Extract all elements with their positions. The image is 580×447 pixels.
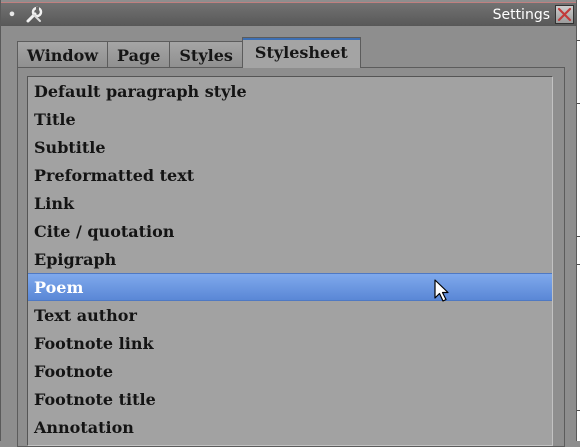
stylesheet-list[interactable]: Default paragraph style Title Subtitle P… xyxy=(27,76,553,446)
list-item[interactable]: Footnote xyxy=(28,357,552,385)
list-item[interactable]: Preformatted text xyxy=(28,161,552,189)
list-item[interactable]: Text author xyxy=(28,301,552,329)
tab-stylesheet[interactable]: Stylesheet xyxy=(241,37,361,68)
list-item[interactable]: Subtitle xyxy=(28,133,552,161)
list-item[interactable]: Link xyxy=(28,189,552,217)
tab-window[interactable]: Window xyxy=(17,41,109,68)
list-item[interactable]: Epigraph xyxy=(28,245,552,273)
settings-window: • Settings Window Page Styles Stylesheet… xyxy=(0,0,577,447)
window-menu-mark[interactable]: • xyxy=(1,5,23,25)
list-item[interactable]: Default paragraph style xyxy=(28,77,552,105)
list-item[interactable]: Footnote link xyxy=(28,329,552,357)
list-item[interactable]: Cite / quotation xyxy=(28,217,552,245)
tab-page[interactable]: Page xyxy=(107,41,171,68)
tab-styles[interactable]: Styles xyxy=(169,41,243,68)
list-item[interactable]: Title xyxy=(28,105,552,133)
tab-bar: Window Page Styles Stylesheet xyxy=(17,37,361,68)
list-item[interactable]: Annotation xyxy=(28,413,552,441)
list-item[interactable]: Footnote title xyxy=(28,385,552,413)
list-item-selected[interactable]: Poem xyxy=(28,273,552,301)
title-bar[interactable]: • Settings xyxy=(1,2,576,26)
close-button[interactable] xyxy=(555,5,574,24)
close-x-icon xyxy=(557,7,572,22)
wrench-screwdriver-icon xyxy=(25,6,43,24)
window-title: Settings xyxy=(492,7,550,23)
